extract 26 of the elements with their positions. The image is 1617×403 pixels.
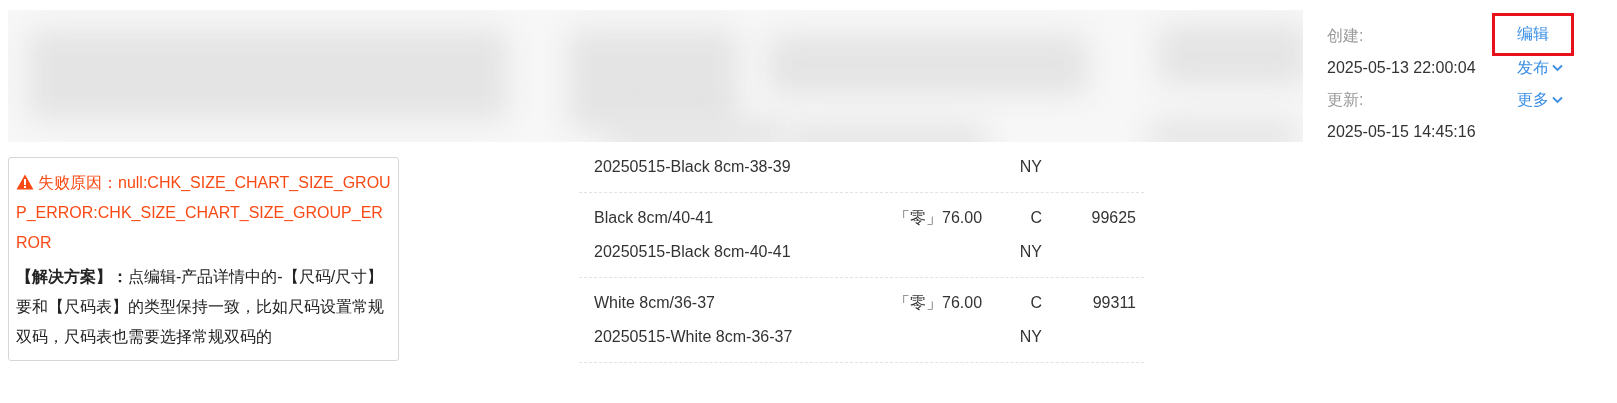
currency: NY	[1018, 158, 1042, 176]
currency: NY	[1018, 328, 1042, 346]
updated-label: 更新:	[1327, 89, 1365, 110]
dropdown-link[interactable]: 发布	[1517, 57, 1563, 79]
warning-icon	[16, 174, 34, 190]
sku: 20250515-Black 8cm-38-39	[594, 158, 792, 176]
sku: 20250515-Black 8cm-40-41	[594, 243, 792, 261]
price: 「零」76.00	[894, 292, 984, 313]
currency: NY	[1018, 243, 1042, 261]
chevron-down-icon	[1552, 64, 1563, 72]
updated-time: 2025-05-15 14:45:16	[1327, 123, 1477, 141]
sku: 20250515-White 8cm-36-37	[594, 328, 794, 346]
created-label: 创建:	[1327, 25, 1365, 46]
dropdown-link[interactable]: 更多	[1517, 89, 1563, 111]
stock: 99311	[1091, 294, 1136, 312]
variant-name: Black 8cm/40-41	[594, 209, 715, 227]
chevron-down-icon	[1552, 96, 1563, 104]
variant-name: White 8cm/36-37	[594, 294, 716, 312]
stock: 99625	[1090, 209, 1136, 227]
created-time: 2025-05-13 22:00:04	[1327, 59, 1477, 77]
currency: C	[1029, 294, 1042, 312]
solution-text: 【解决方案】：点编辑-产品详情中的-【尺码/尺寸】要和【尺码表】的类型保持一致，比如尺码设置常规双码，尺码表也需要选择常规双码的	[16, 267, 385, 347]
price: 「零」76.00	[894, 207, 984, 228]
error-reason: 失败原因：null:CHK_SIZE_CHART_SIZE_GROUP_ERROR:CHK_SIZE_CHART_SIZE_GROUP_ERROR	[16, 173, 392, 253]
edit-link[interactable]: 编辑	[1492, 12, 1574, 56]
currency: C	[1029, 209, 1042, 227]
